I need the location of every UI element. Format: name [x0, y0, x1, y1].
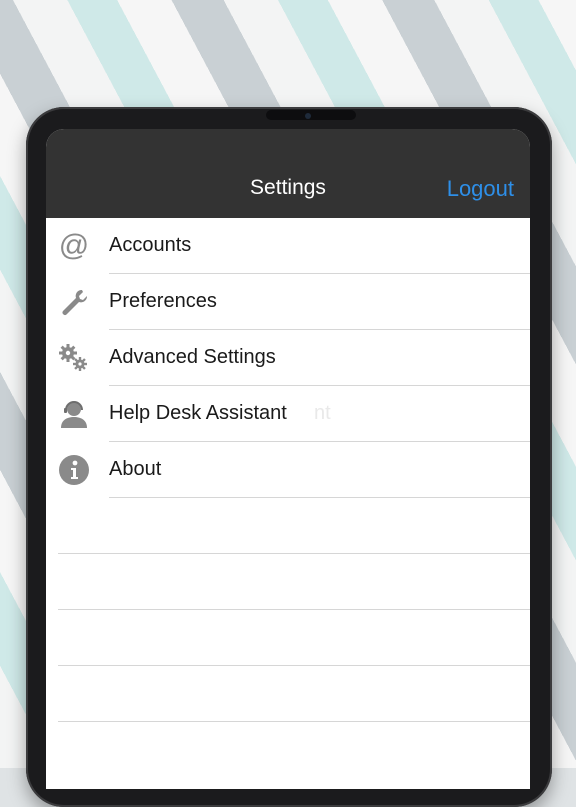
list-item-label: Preferences — [109, 290, 217, 312]
empty-row — [46, 554, 530, 610]
app-screen: Settings Logout @ Accounts Preferences A… — [46, 129, 530, 789]
list-item-help-desk-assistant[interactable]: Help Desk Assistant nt — [46, 386, 530, 442]
info-icon — [58, 454, 90, 486]
empty-row — [46, 666, 530, 722]
logout-button[interactable]: Logout — [447, 176, 514, 202]
empty-row — [46, 498, 530, 554]
support-agent-icon — [58, 398, 90, 430]
list-item-label: About — [109, 458, 162, 480]
list-item-label: Help Desk Assistant — [109, 402, 287, 424]
settings-list: @ Accounts Preferences Advanced Settings… — [46, 218, 530, 722]
camera-lens — [305, 113, 311, 119]
empty-row — [46, 610, 530, 666]
camera-housing — [266, 110, 356, 120]
gears-icon — [58, 342, 90, 374]
navigation-bar: Settings Logout — [46, 129, 530, 218]
wrench-icon — [58, 286, 90, 318]
list-item-label: Advanced Settings — [109, 346, 276, 368]
list-item-accounts[interactable]: @ Accounts — [46, 218, 530, 274]
ghost-text: nt — [314, 402, 331, 424]
at-icon: @ — [58, 230, 90, 262]
list-item-preferences[interactable]: Preferences — [46, 274, 530, 330]
list-item-about[interactable]: About — [46, 442, 530, 498]
divider — [58, 721, 530, 722]
list-item-label: Accounts — [109, 234, 192, 256]
list-item-advanced-settings[interactable]: Advanced Settings — [46, 330, 530, 386]
svg-text:@: @ — [59, 230, 89, 262]
